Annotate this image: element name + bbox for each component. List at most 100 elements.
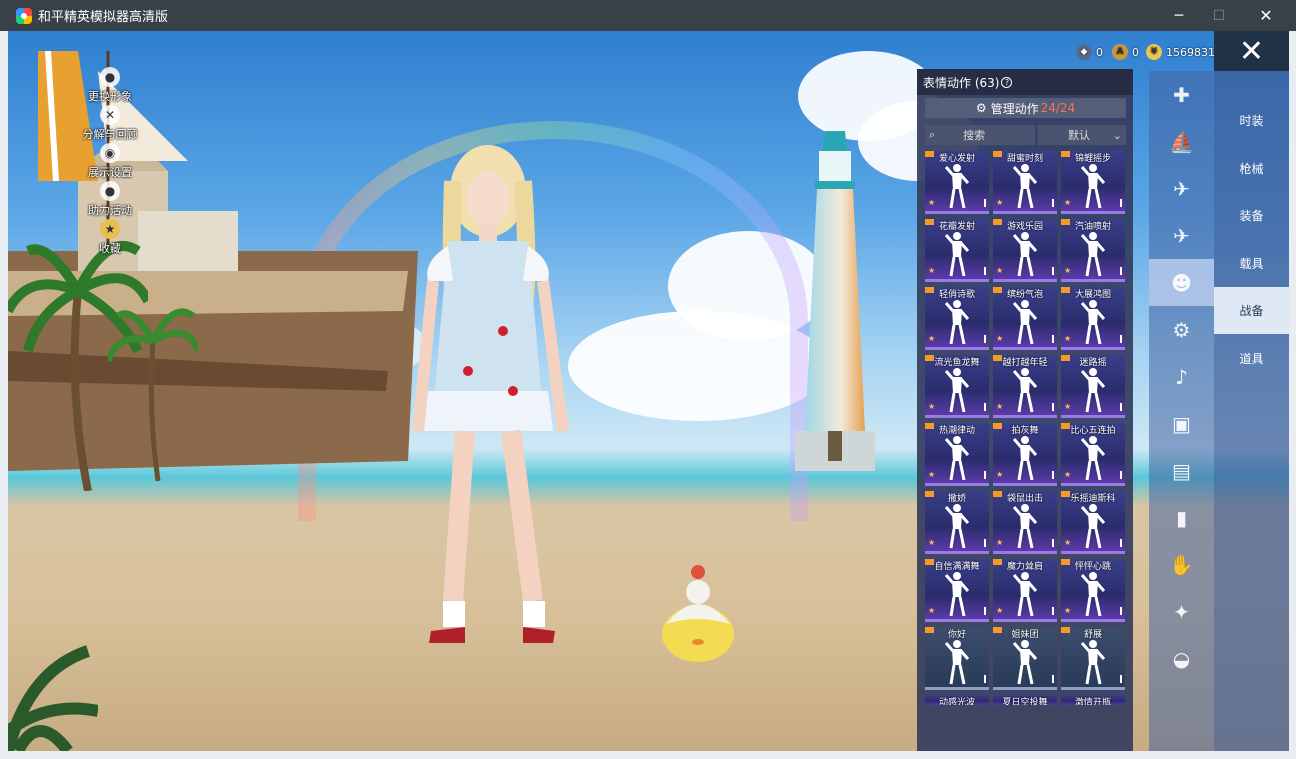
pet-chick bbox=[662, 565, 734, 662]
emote-card[interactable]: 花瓣发射 ★ bbox=[925, 219, 989, 282]
currency-value: 0 bbox=[1096, 45, 1103, 59]
emote-card[interactable]: 夏日空投舞 bbox=[993, 695, 1057, 705]
emote-card[interactable]: 甜蜜时刻 ★ bbox=[993, 151, 1057, 214]
wand-icon[interactable]: ✦ bbox=[1149, 588, 1214, 635]
pet-icon[interactable]: ☻ bbox=[1149, 259, 1214, 306]
new-badge-icon bbox=[925, 627, 934, 633]
emote-card[interactable]: 热潮律动 ★ bbox=[925, 423, 989, 486]
dancer-silhouette-icon bbox=[1081, 640, 1105, 685]
dancer-silhouette-icon bbox=[1013, 164, 1037, 209]
star-icon: ★ bbox=[1064, 606, 1072, 615]
level-bar bbox=[1120, 267, 1122, 275]
eye-icon: ◉ bbox=[100, 143, 120, 163]
new-badge-icon bbox=[925, 151, 934, 157]
tab-5[interactable]: 道具 bbox=[1214, 335, 1289, 382]
emote-card[interactable]: 拍灰舞 ★ bbox=[993, 423, 1057, 486]
search-placeholder: 搜索 bbox=[963, 129, 986, 142]
photo-icon[interactable]: ▤ bbox=[1149, 447, 1214, 494]
spray-icon[interactable]: ▮ bbox=[1149, 494, 1214, 541]
emote-card[interactable]: 汽油喷射 ★ bbox=[1061, 219, 1125, 282]
close-icon[interactable]: ✕ bbox=[1214, 31, 1289, 71]
person-icon: ● bbox=[100, 181, 120, 201]
action-label: 更换形象 bbox=[88, 90, 132, 103]
hand-icon[interactable]: ✋ bbox=[1149, 541, 1214, 588]
emote-card[interactable]: 撒娇 ★ bbox=[925, 491, 989, 554]
robot-icon[interactable]: ⚙ bbox=[1149, 306, 1214, 353]
emote-grid: 爱心发射 ★ 甜蜜时刻 ★ 锦鲤摇步 ★ 花瓣发射 ★ 游戏乐园 ★ 汽油喷射 ★ 轻俏诗歌 ★ 缤纷气泡 ★… bbox=[925, 151, 1127, 705]
window-close-button[interactable]: ✕ bbox=[1243, 0, 1289, 31]
manage-emotes-button[interactable]: ⚙ 管理动作 24/24 bbox=[925, 98, 1126, 118]
chevron-down-icon: ⌄ bbox=[1112, 128, 1122, 142]
emote-card[interactable]: 舒展 bbox=[1061, 627, 1125, 690]
emote-name: 激情开瓶 bbox=[1074, 698, 1111, 705]
new-badge-icon bbox=[925, 491, 934, 497]
dancer-silhouette-icon bbox=[1081, 368, 1105, 413]
level-bar bbox=[1120, 403, 1122, 411]
plane-icon[interactable]: ✈ bbox=[1149, 212, 1214, 259]
level-bar bbox=[1052, 403, 1054, 411]
drone-icon[interactable]: ✈ bbox=[1149, 165, 1214, 212]
toaster-icon[interactable]: ▣ bbox=[1149, 400, 1214, 447]
bandage-icon[interactable]: ✚ bbox=[1149, 71, 1214, 118]
emote-card[interactable]: 越打越年轻 ★ bbox=[993, 355, 1057, 418]
emote-card[interactable]: 爱心发射 ★ bbox=[925, 151, 989, 214]
emote-card[interactable]: 激情开瓶 bbox=[1061, 695, 1125, 705]
level-bar bbox=[984, 471, 986, 479]
star-icon: ★ bbox=[996, 334, 1004, 343]
emote-card[interactable]: 缤纷气泡 ★ bbox=[993, 287, 1057, 350]
collection-button[interactable]: ★ 收藏 bbox=[70, 219, 150, 257]
display-settings-button[interactable]: ◉ 展示设置 bbox=[70, 143, 150, 181]
level-bar bbox=[984, 199, 986, 207]
emote-card[interactable]: 迷路摇 ★ bbox=[1061, 355, 1125, 418]
new-badge-icon bbox=[925, 423, 934, 429]
person-icon: ● bbox=[100, 67, 120, 87]
emote-card[interactable]: 自信满满舞 ★ bbox=[925, 559, 989, 622]
manage-label: 管理动作 bbox=[990, 101, 1039, 116]
emote-card[interactable]: 魔力耸肩 ★ bbox=[993, 559, 1057, 622]
emote-card[interactable]: 流光鱼龙舞 ★ bbox=[925, 355, 989, 418]
new-badge-icon bbox=[993, 491, 1002, 497]
emote-card[interactable]: 姐妹团 bbox=[993, 627, 1057, 690]
emote-card[interactable]: 袋鼠出击 ★ bbox=[993, 491, 1057, 554]
speaker-icon[interactable]: ♪ bbox=[1149, 353, 1214, 400]
emote-card[interactable]: 比心五连拍 ★ bbox=[1061, 423, 1125, 486]
currency-gold: A 0 bbox=[1112, 43, 1139, 61]
emote-card[interactable]: 大展鸿图 ★ bbox=[1061, 287, 1125, 350]
boat-icon[interactable]: ⛵ bbox=[1149, 118, 1214, 165]
star-icon: ★ bbox=[928, 334, 936, 343]
emote-card[interactable]: 乐摇迪斯科 ★ bbox=[1061, 491, 1125, 554]
new-badge-icon bbox=[925, 559, 934, 565]
emote-card[interactable]: 动感光波 bbox=[925, 695, 989, 705]
tab-3[interactable]: 载具 bbox=[1214, 240, 1289, 287]
hat-icon[interactable]: ◒ bbox=[1149, 635, 1214, 682]
emote-card[interactable]: 怦怦心跳 ★ bbox=[1061, 559, 1125, 622]
search-input[interactable]: ⌕ 搜索 bbox=[925, 125, 1035, 145]
dancer-silhouette-icon bbox=[945, 504, 969, 549]
star-icon: ★ bbox=[1064, 266, 1072, 275]
tab-0[interactable]: 时装 bbox=[1214, 97, 1289, 144]
change-appearance-button[interactable]: ● 更换形象 bbox=[70, 67, 150, 105]
emote-card[interactable]: 游戏乐园 ★ bbox=[993, 219, 1057, 282]
emote-card[interactable]: 轻俏诗歌 ★ bbox=[925, 287, 989, 350]
star-icon: ★ bbox=[1064, 402, 1072, 411]
decompose-button[interactable]: ✕ 分解与回顾 bbox=[70, 105, 150, 143]
help-icon[interactable]: ? bbox=[1001, 76, 1013, 88]
sort-dropdown[interactable]: 默认 ⌄ bbox=[1038, 125, 1126, 145]
emote-card[interactable]: 锦鲤摇步 ★ bbox=[1061, 151, 1125, 214]
level-bar bbox=[984, 675, 986, 683]
boost-event-button[interactable]: ● 助力活动 bbox=[70, 181, 150, 219]
level-bar bbox=[1052, 267, 1054, 275]
star-icon: ★ bbox=[1064, 334, 1072, 343]
star-icon: ★ bbox=[928, 470, 936, 479]
emote-card[interactable]: 你好 bbox=[925, 627, 989, 690]
star-icon: ★ bbox=[996, 538, 1004, 547]
yuan-coin-icon: ¥ bbox=[1146, 44, 1162, 60]
tab-4[interactable]: 战备 bbox=[1214, 287, 1289, 334]
tab-1[interactable]: 枪械 bbox=[1214, 145, 1289, 192]
maximize-button[interactable]: ☐ bbox=[1196, 0, 1242, 31]
dancer-silhouette-icon bbox=[945, 232, 969, 277]
level-bar bbox=[1120, 675, 1122, 683]
tab-2[interactable]: 装备 bbox=[1214, 192, 1289, 239]
new-badge-icon bbox=[993, 355, 1002, 361]
dancer-silhouette-icon bbox=[1013, 640, 1037, 685]
